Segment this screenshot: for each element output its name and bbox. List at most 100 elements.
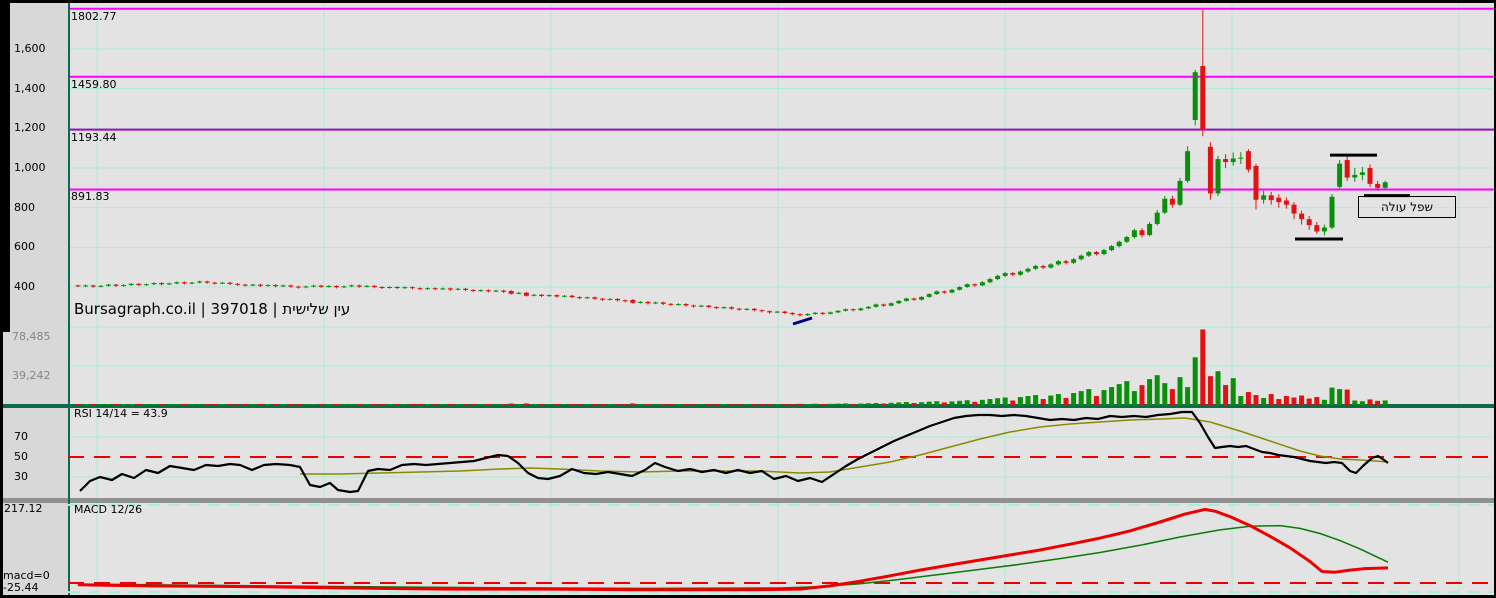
volume-bar [561,404,567,405]
price-level-label: 1459.80 [71,77,117,91]
volume-bar [242,404,248,405]
candle-body [751,308,757,311]
volume-bar [584,404,590,405]
volume-bar [295,404,301,405]
candle-body [957,287,963,290]
volume-bar [1329,387,1335,405]
volume-bar [75,404,81,405]
candle-body [1055,261,1061,265]
volume-bar [349,404,355,405]
candle-body [1162,198,1168,213]
candle-body [242,284,248,286]
volume-bar [713,404,719,405]
volume-bar [1276,399,1282,405]
volume-bar [531,404,537,405]
candle-body [523,292,529,296]
volume-bar [683,404,689,405]
volume-bar [235,404,241,405]
candle-body [843,309,849,311]
volume-bar [143,404,149,405]
volume-bar [1177,377,1183,405]
macd-indicator-label: MACD 12/26 [74,503,143,516]
candle-body [888,303,894,306]
price-axis-tick: 400 [14,280,35,293]
candle-body [485,290,491,292]
volume-axis-tick: 78,485 [12,329,51,343]
volume-bar [850,403,856,405]
candle-body [265,285,271,287]
candle-body [797,314,803,316]
candle-body [493,290,499,292]
candle-body [417,288,423,290]
candle-body [660,302,666,304]
volume-bar [888,402,894,405]
candle-body [1253,166,1259,200]
volume-bar [212,404,218,405]
candle-body [1207,146,1213,194]
candle-body [896,300,902,304]
volume-bar [318,404,324,405]
volume-bar [440,404,446,405]
candle-body [1139,230,1145,236]
volume-bar [1055,394,1061,405]
volume-bar [979,399,985,405]
candle-body [577,297,583,299]
candle-body [288,285,294,287]
volume-bar [303,404,309,405]
volume-bar [379,404,385,405]
volume-bar [409,404,415,405]
candle-body [767,311,773,313]
candle-body [204,281,210,283]
price-level-label: 891.83 [71,190,110,204]
macd-scale-min-label: -25.44 [3,581,39,594]
candle-body [463,288,469,290]
candle-body [630,299,636,303]
volume-bar [159,404,165,405]
volume-bar [675,404,681,405]
chart-title: Bursagraph.co.il | 397018 | עין שלישית [74,300,351,318]
candle-body [1177,180,1183,205]
volume-bar [250,404,256,405]
volume-bar [653,404,659,405]
candle-body [516,292,522,294]
candle-body [1230,158,1236,163]
volume-bar [941,402,947,405]
volume-bar [356,404,362,405]
candle-body [850,309,856,311]
volume-bar [1367,399,1373,405]
candle-body [250,284,256,286]
rsi-indicator-label: RSI 14/14 = 43.9 [74,407,168,420]
candle-body [865,306,871,309]
volume-bar [1116,384,1122,405]
candle-body [371,285,377,287]
volume-bar [1299,395,1305,405]
candle-body [273,285,279,287]
volume-bar [1101,390,1107,405]
candle-body [789,312,795,315]
candle-body [219,282,225,284]
volume-bar [333,404,339,405]
volume-bar [919,402,925,405]
candle-body [1093,252,1099,255]
frame-left-wide [0,0,10,332]
candle-body [805,313,811,316]
volume-bar [478,404,484,405]
volume-bar [1154,375,1160,405]
candle-body [979,282,985,286]
candle-body [212,282,218,284]
candle-body [987,279,993,283]
chart-canvas [0,0,1496,598]
volume-bar [751,404,757,405]
volume-bar [698,404,704,405]
volume-bar [364,404,370,405]
volume-bar [1314,397,1320,405]
annotation-box: שפל עולה [1358,196,1456,218]
candle-body [683,304,689,306]
volume-bar [1048,395,1054,405]
volume-bar [569,404,575,405]
volume-bar [508,403,514,405]
candle-body [1109,246,1115,251]
volume-bar [805,404,811,405]
candle-body [1040,265,1046,268]
volume-bar [1215,371,1221,405]
